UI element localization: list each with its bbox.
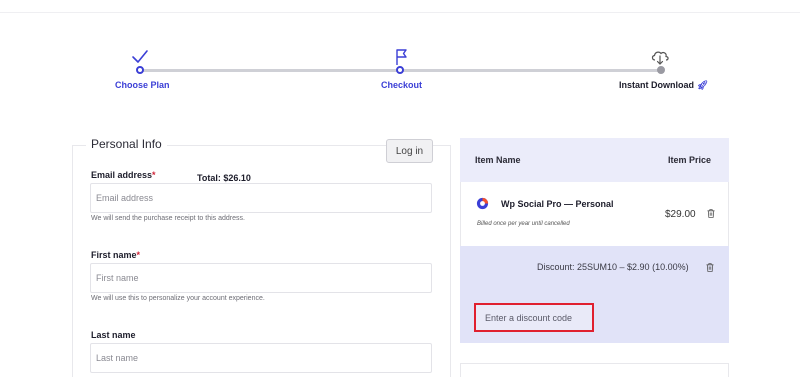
product-logo-icon — [476, 197, 489, 210]
first-name-help-text: We will use this to personalize your acc… — [91, 295, 265, 302]
required-marker: * — [152, 170, 156, 180]
applied-discount: Discount: 25SUM10 – $2.90 (10.00%) — [537, 262, 689, 272]
step-checkout: Checkout — [381, 80, 423, 90]
email-help-text: We will send the purchase receipt to thi… — [91, 215, 245, 222]
discount-code-box — [474, 303, 594, 332]
checkmark-icon — [132, 50, 148, 63]
product-price: $29.00 — [665, 209, 696, 220]
item-price-header: Item Price — [668, 155, 712, 165]
email-field[interactable] — [90, 183, 432, 213]
order-summary: Item Name Item Price Wp Social Pro — Per… — [460, 138, 729, 343]
product-name: Wp Social Pro — Personal — [501, 199, 614, 209]
order-total: Total: $26.10 — [197, 173, 251, 183]
email-label: Email address* — [91, 170, 156, 180]
last-name-label: Last name — [91, 330, 136, 340]
payment-section — [460, 363, 729, 377]
step-node-checkout — [396, 66, 404, 74]
step-node-instant-download — [657, 66, 665, 74]
cart-item: Wp Social Pro — Personal Billed once per… — [460, 182, 729, 246]
cloud-download-icon — [651, 51, 669, 65]
discount-code-input[interactable] — [476, 305, 592, 330]
first-name-field[interactable] — [90, 263, 432, 293]
rocket-icon: 🚀︎ — [697, 80, 709, 90]
step-instant-download-label: Instant Download — [619, 80, 694, 90]
first-name-label: First name* — [91, 250, 140, 260]
summary-header: Item Name Item Price — [460, 138, 729, 182]
step-choose-plan[interactable]: Choose Plan — [115, 80, 170, 90]
item-name-header: Item Name — [475, 155, 521, 165]
billing-note: Billed once per year until cancelled — [477, 221, 570, 227]
required-marker: * — [136, 250, 141, 260]
checkout-stepper: Choose Plan Checkout Instant Download 🚀︎ — [0, 0, 800, 100]
first-name-label-text: First name — [91, 250, 137, 260]
login-button[interactable]: Log in — [386, 139, 433, 163]
remove-discount-trash-icon[interactable] — [706, 263, 714, 272]
flag-icon — [396, 49, 407, 65]
summary-footer: Discount: 25SUM10 – $2.90 (10.00%) — [460, 246, 729, 343]
remove-item-trash-icon[interactable] — [707, 209, 715, 218]
email-label-text: Email address — [91, 170, 153, 180]
personal-info-title: Personal Info — [86, 137, 167, 151]
last-name-field[interactable] — [90, 343, 432, 373]
step-node-choose-plan — [136, 66, 144, 74]
step-instant-download: Instant Download 🚀︎ — [619, 80, 708, 91]
